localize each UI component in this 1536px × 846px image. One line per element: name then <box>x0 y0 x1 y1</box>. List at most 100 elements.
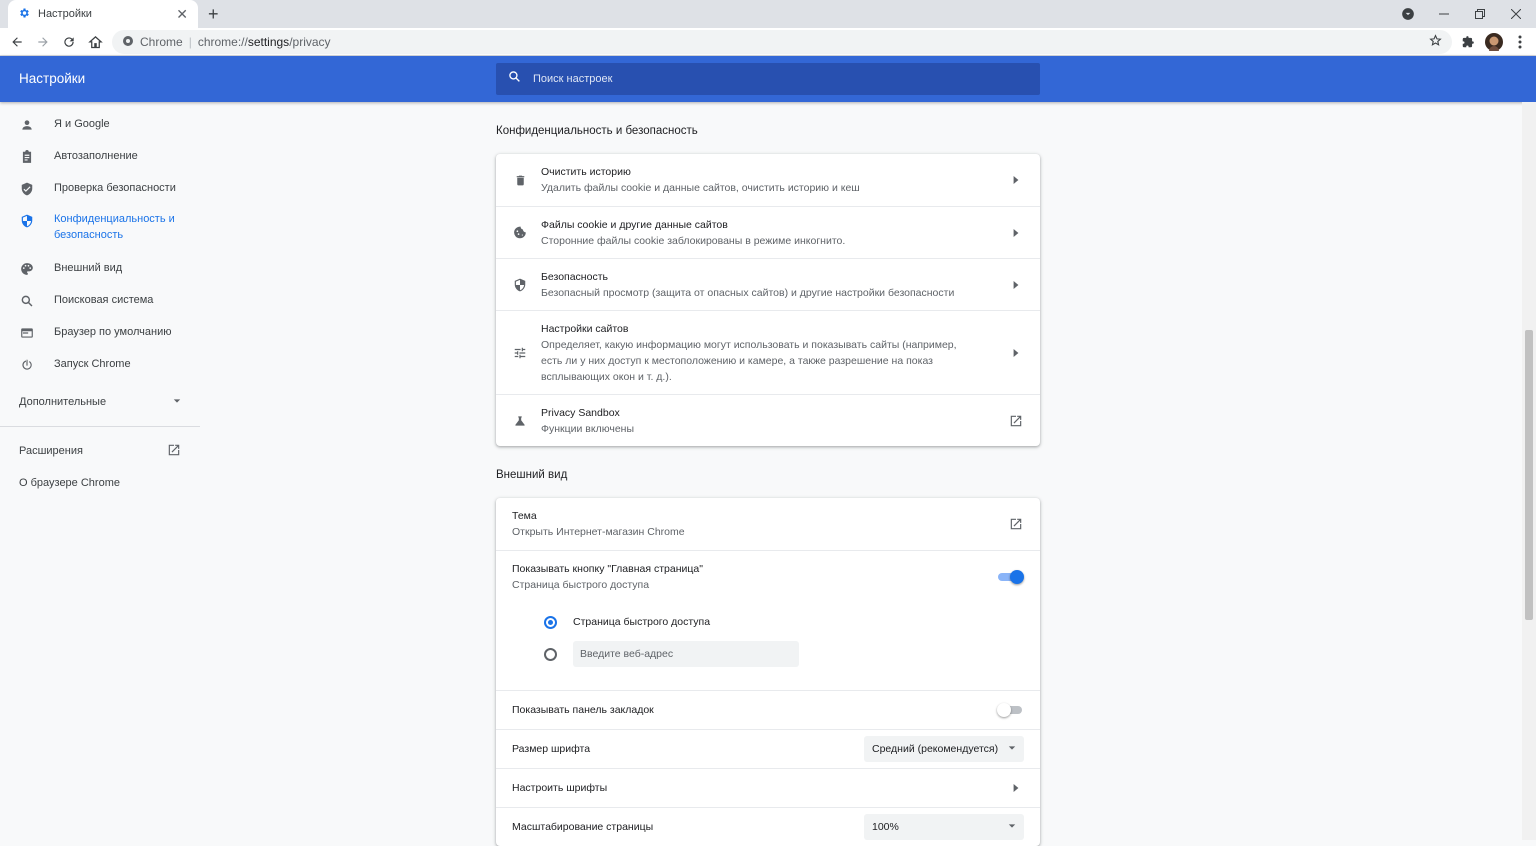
page-zoom-select[interactable]: 100% <box>864 814 1024 840</box>
row-primary: Показывать кнопку "Главная страница" <box>512 562 703 575</box>
home-button-row: Показывать кнопку "Главная страница" Стр… <box>496 550 1040 602</box>
tab-title: Настройки <box>38 8 92 20</box>
bookmarks-bar-toggle[interactable] <box>997 703 1024 717</box>
omnibox-url: chrome://settings/privacy <box>198 35 331 49</box>
radio-ntp-row[interactable]: Страница быстрого доступа <box>544 606 1040 638</box>
customize-fonts-row[interactable]: Настроить шрифты <box>496 768 1040 807</box>
row-secondary: Сторонние файлы cookie заблокированы в р… <box>541 234 846 247</box>
settings-header: Настройки <box>0 56 1536 102</box>
more-menu-icon[interactable] <box>1510 32 1530 52</box>
search-icon <box>508 70 521 88</box>
radio-ntp[interactable] <box>544 615 557 629</box>
settings-main: Конфиденциальность и безопасность Очисти… <box>496 102 1040 846</box>
close-window-icon[interactable] <box>1498 0 1534 28</box>
advanced-label: Дополнительные <box>19 396 107 408</box>
sidebar-item-safety-check[interactable]: Проверка безопасности <box>0 172 200 204</box>
row-primary: Privacy Sandbox <box>541 406 620 419</box>
about-label: О браузере Chrome <box>19 477 120 489</box>
row-secondary: Определяет, какую информацию могут испол… <box>541 338 957 383</box>
row-secondary: Страница быстрого доступа <box>512 578 650 591</box>
appearance-section-title: Внешний вид <box>496 469 568 481</box>
bookmark-star-icon[interactable] <box>1429 34 1442 50</box>
gear-icon <box>18 7 30 22</box>
home-icon[interactable] <box>85 32 105 52</box>
minimize-icon[interactable] <box>1426 0 1462 28</box>
extensions-label: Расширения <box>19 445 83 457</box>
page-scrollbar[interactable] <box>1522 102 1536 840</box>
radio-custom-url[interactable] <box>544 647 557 661</box>
omnibox-separator: | <box>188 35 192 49</box>
row-text: Безопасность Безопасный просмотр (защита… <box>541 261 1008 309</box>
arrow-right-icon <box>1008 176 1024 184</box>
row-text: Размер шрифта <box>512 733 864 765</box>
sidebar-item-about-chrome[interactable]: О браузере Chrome <box>0 467 200 499</box>
security-row[interactable]: Безопасность Безопасный просмотр (защита… <box>496 258 1040 310</box>
scrollbar-thumb[interactable] <box>1525 330 1533 620</box>
font-size-row: Размер шрифта Средний (рекомендуется) <box>496 729 1040 768</box>
extensions-puzzle-icon[interactable] <box>1458 32 1478 52</box>
close-tab-icon[interactable]: ✕ <box>176 6 188 23</box>
caret-down-icon <box>1008 821 1016 833</box>
open-in-new-icon <box>1008 414 1024 428</box>
flask-icon <box>512 413 528 429</box>
sidebar-item-label: Браузер по умолчанию <box>54 326 172 338</box>
home-url-input[interactable] <box>573 641 799 667</box>
row-primary: Файлы cookie и другие данные сайтов <box>541 218 728 231</box>
new-tab-button[interactable]: + <box>208 4 219 25</box>
page-title: Настройки <box>19 71 86 86</box>
settings-search[interactable] <box>496 63 1040 95</box>
row-text: Тема Открыть Интернет-магазин Chrome <box>512 500 1008 548</box>
radio-url-row[interactable] <box>544 638 1040 670</box>
profile-menu-icon[interactable] <box>1390 0 1426 28</box>
font-size-select[interactable]: Средний (рекомендуется) <box>864 736 1024 762</box>
sidebar-item-extensions[interactable]: Расширения <box>0 435 200 467</box>
row-primary: Очистить историю <box>541 166 631 178</box>
row-primary: Настроить шрифты <box>512 782 608 794</box>
sidebar-item-default-browser[interactable]: Браузер по умолчанию <box>0 316 200 348</box>
privacy-card: Очистить историю Удалить файлы cookie и … <box>496 154 1040 446</box>
sidebar-item-privacy[interactable]: Конфиденциальность и безопасность <box>0 204 200 252</box>
back-icon[interactable] <box>7 32 27 52</box>
toggle-knob <box>997 703 1011 717</box>
trash-icon <box>512 172 528 188</box>
sidebar-item-label: Внешний вид <box>54 262 123 274</box>
cookies-row[interactable]: Файлы cookie и другие данные сайтов Стор… <box>496 206 1040 258</box>
site-settings-row[interactable]: Настройки сайтов Определяет, какую инфор… <box>496 310 1040 394</box>
browser-toolbar: Chrome | chrome://settings/privacy <box>0 28 1536 56</box>
row-primary: Показывать панель закладок <box>512 704 654 716</box>
sidebar-item-search-engine[interactable]: Поисковая система <box>0 284 200 316</box>
restore-icon[interactable] <box>1462 0 1498 28</box>
reload-icon[interactable] <box>59 32 79 52</box>
clear-history-row[interactable]: Очистить историю Удалить файлы cookie и … <box>496 154 1040 206</box>
theme-row[interactable]: Тема Открыть Интернет-магазин Chrome <box>496 498 1040 550</box>
page-zoom-row: Масштабирование страницы 100% <box>496 807 1040 846</box>
search-input[interactable] <box>533 73 1013 85</box>
sidebar-divider <box>0 426 200 427</box>
forward-icon[interactable] <box>33 32 53 52</box>
tab-strip: Настройки ✕ + <box>0 0 1536 28</box>
omnibox-path-bold: settings <box>247 35 290 49</box>
arrow-right-icon <box>1008 784 1024 792</box>
sidebar-item-autofill[interactable]: Автозаполнение <box>0 140 200 172</box>
arrow-right-icon <box>1008 280 1024 289</box>
omnibox[interactable]: Chrome | chrome://settings/privacy <box>112 30 1452 54</box>
privacy-sandbox-row[interactable]: Privacy Sandbox Функции включены <box>496 394 1040 446</box>
bookmarks-bar-row: Показывать панель закладок <box>496 690 1040 729</box>
home-button-toggle[interactable] <box>998 569 1024 584</box>
open-in-new-icon <box>167 443 181 460</box>
omnibox-host: Chrome <box>140 35 183 49</box>
sidebar-item-you-and-google[interactable]: Я и Google <box>0 108 200 140</box>
person-icon <box>19 117 35 133</box>
caret-down-icon <box>1008 743 1016 755</box>
tab-settings[interactable]: Настройки ✕ <box>8 0 198 28</box>
avatar[interactable] <box>1484 32 1504 52</box>
sidebar-advanced-toggle[interactable]: Дополнительные <box>0 386 200 418</box>
open-in-new-icon <box>1008 517 1024 531</box>
sidebar-item-on-startup[interactable]: Запуск Chrome <box>0 348 200 380</box>
sidebar-item-label: Запуск Chrome <box>54 358 131 370</box>
sidebar-item-appearance[interactable]: Внешний вид <box>0 252 200 284</box>
tune-icon <box>512 345 528 361</box>
arrow-right-icon <box>1008 348 1024 357</box>
palette-icon <box>19 261 35 277</box>
row-text: Privacy Sandbox Функции включены <box>541 397 1008 445</box>
